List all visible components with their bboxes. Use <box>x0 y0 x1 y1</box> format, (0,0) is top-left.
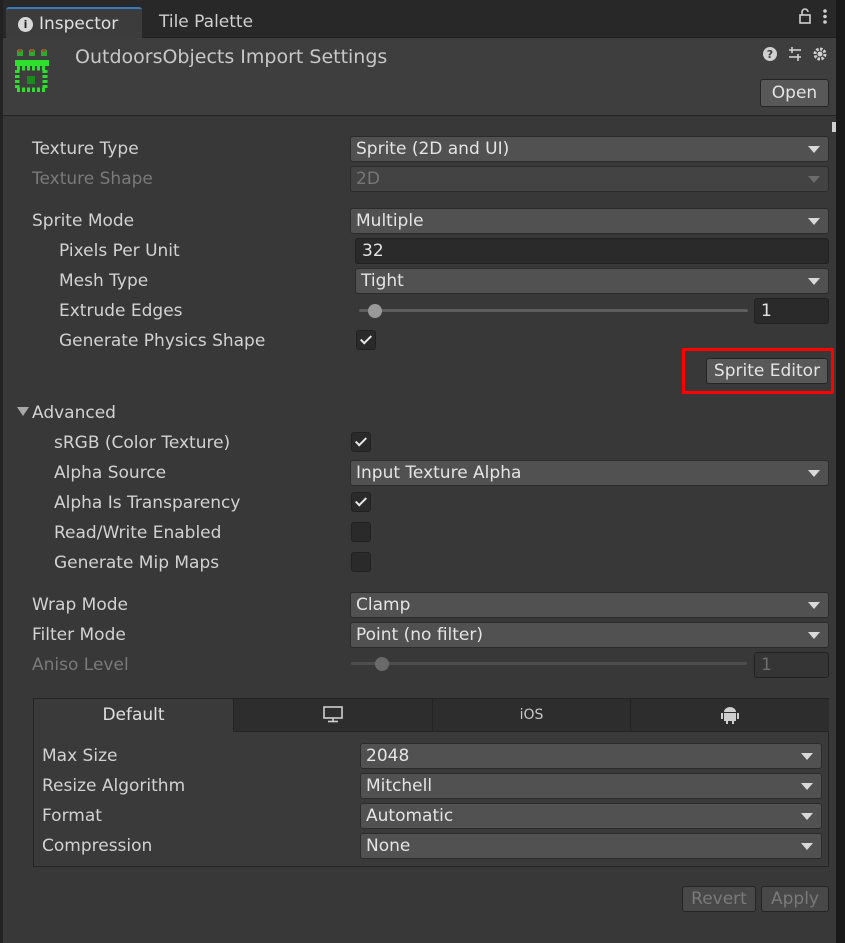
max-size-dropdown[interactable]: 2048 <box>360 743 822 769</box>
tab-inspector[interactable]: i Inspector <box>6 7 142 38</box>
wrap-mode-dropdown[interactable]: Clamp <box>350 592 829 618</box>
open-button[interactable]: Open <box>760 79 829 107</box>
revert-button[interactable]: Revert <box>682 886 756 912</box>
chevron-down-icon <box>808 146 820 153</box>
chevron-down-icon <box>801 843 813 850</box>
texture-thumbnail-icon <box>14 48 59 93</box>
gear-icon[interactable] <box>812 46 828 66</box>
aniso-level-slider-handle <box>375 657 389 671</box>
compression-dropdown[interactable]: None <box>360 833 822 859</box>
aniso-level-slider <box>351 662 747 665</box>
apply-button[interactable]: Apply <box>761 886 829 912</box>
srgb-checkbox[interactable] <box>351 432 371 452</box>
chevron-down-icon <box>801 783 813 790</box>
aniso-level-label: Aniso Level <box>32 655 129 675</box>
format-dropdown[interactable]: Automatic <box>360 803 822 829</box>
extrude-edges-slider[interactable] <box>359 309 748 312</box>
more-options-icon[interactable] <box>822 8 828 30</box>
chevron-down-icon <box>808 176 820 183</box>
generate-physics-shape-label: Generate Physics Shape <box>59 331 266 351</box>
extrude-edges-label: Extrude Edges <box>59 301 183 321</box>
tab-android[interactable] <box>631 699 829 732</box>
checkmark-icon <box>354 494 368 507</box>
extrude-edges-field[interactable]: 1 <box>754 298 829 324</box>
sprite-mode-label: Sprite Mode <box>32 211 135 231</box>
mip-maps-checkbox[interactable] <box>351 552 371 572</box>
filter-mode-label: Filter Mode <box>32 625 126 645</box>
platform-settings-panel: Default iOS Max Size 2048 Resize Algorit… <box>33 698 829 867</box>
max-size-value: 2048 <box>366 746 410 766</box>
texture-type-dropdown[interactable]: Sprite (2D and UI) <box>350 136 829 162</box>
chevron-down-icon <box>808 602 820 609</box>
tab-ios[interactable]: iOS <box>433 699 631 732</box>
wrap-mode-label: Wrap Mode <box>32 595 128 615</box>
alpha-source-dropdown[interactable]: Input Texture Alpha <box>350 460 829 486</box>
max-size-label: Max Size <box>42 746 118 766</box>
tab-inspector-label: Inspector <box>39 14 119 34</box>
pixels-per-unit-field[interactable]: 32 <box>355 238 829 264</box>
tab-tile-palette[interactable]: Tile Palette <box>147 7 267 38</box>
mesh-type-label: Mesh Type <box>59 271 149 291</box>
read-write-checkbox[interactable] <box>351 522 371 542</box>
texture-type-value: Sprite (2D and UI) <box>356 139 510 159</box>
texture-type-label: Texture Type <box>32 139 139 159</box>
read-write-label: Read/Write Enabled <box>54 523 222 543</box>
alpha-source-value: Input Texture Alpha <box>356 463 522 483</box>
chevron-down-icon <box>801 753 813 760</box>
texture-shape-label: Texture Shape <box>32 169 153 189</box>
presets-icon[interactable] <box>787 46 803 66</box>
compression-label: Compression <box>42 836 153 856</box>
mip-maps-label: Generate Mip Maps <box>54 553 220 573</box>
highlight-box <box>682 348 834 394</box>
srgb-label: sRGB (Color Texture) <box>54 433 231 453</box>
chevron-down-icon <box>808 218 820 225</box>
aniso-level-field: 1 <box>754 652 829 678</box>
alpha-source-label: Alpha Source <box>54 463 167 483</box>
monitor-icon <box>322 705 344 725</box>
chevron-down-icon <box>808 632 820 639</box>
resize-algorithm-label: Resize Algorithm <box>42 776 186 796</box>
inspector-header: OutdoorsObjects Import Settings ? Open <box>3 38 836 116</box>
tabbar-icons <box>798 8 828 30</box>
foldout-arrow-icon[interactable] <box>17 407 29 416</box>
pixels-per-unit-label: Pixels Per Unit <box>59 241 180 261</box>
header-icons: ? <box>762 46 828 66</box>
chevron-down-icon <box>808 470 820 477</box>
inspector-window: i Inspector Tile Palette OutdoorsObjects … <box>0 0 836 943</box>
scrollbar-indicator[interactable] <box>832 122 836 132</box>
format-value: Automatic <box>366 806 454 826</box>
resize-algorithm-dropdown[interactable]: Mitchell <box>360 773 822 799</box>
texture-shape-value: 2D <box>356 169 380 189</box>
advanced-foldout[interactable]: Advanced <box>32 399 116 427</box>
sprite-mode-value: Multiple <box>356 211 424 231</box>
android-icon <box>721 705 739 725</box>
extrude-edges-slider-handle[interactable] <box>368 304 382 318</box>
generate-physics-shape-checkbox[interactable] <box>356 330 376 350</box>
help-icon[interactable]: ? <box>762 46 778 66</box>
compression-value: None <box>366 836 411 856</box>
asset-title: OutdoorsObjects Import Settings <box>75 46 388 68</box>
alpha-is-transparency-checkbox[interactable] <box>351 492 371 512</box>
tab-tile-palette-label: Tile Palette <box>159 12 254 32</box>
sprite-mode-dropdown[interactable]: Multiple <box>350 208 829 234</box>
filter-mode-dropdown[interactable]: Point (no filter) <box>350 622 829 648</box>
tab-standalone[interactable] <box>234 699 433 732</box>
svg-text:?: ? <box>767 48 773 61</box>
texture-shape-dropdown: 2D <box>350 166 829 192</box>
chevron-down-icon <box>801 813 813 820</box>
tab-bar: i Inspector Tile Palette <box>3 0 836 38</box>
format-label: Format <box>42 806 102 826</box>
resize-algorithm-value: Mitchell <box>366 776 433 796</box>
tab-default[interactable]: Default <box>34 699 234 732</box>
checkmark-icon <box>359 332 373 345</box>
wrap-mode-value: Clamp <box>356 595 411 615</box>
lock-icon[interactable] <box>798 8 812 30</box>
alpha-is-transparency-label: Alpha Is Transparency <box>54 493 241 513</box>
filter-mode-value: Point (no filter) <box>356 625 484 645</box>
mesh-type-dropdown[interactable]: Tight <box>355 268 829 294</box>
checkmark-icon <box>354 434 368 447</box>
mesh-type-value: Tight <box>361 271 404 291</box>
info-icon: i <box>18 17 33 32</box>
chevron-down-icon <box>808 278 820 285</box>
